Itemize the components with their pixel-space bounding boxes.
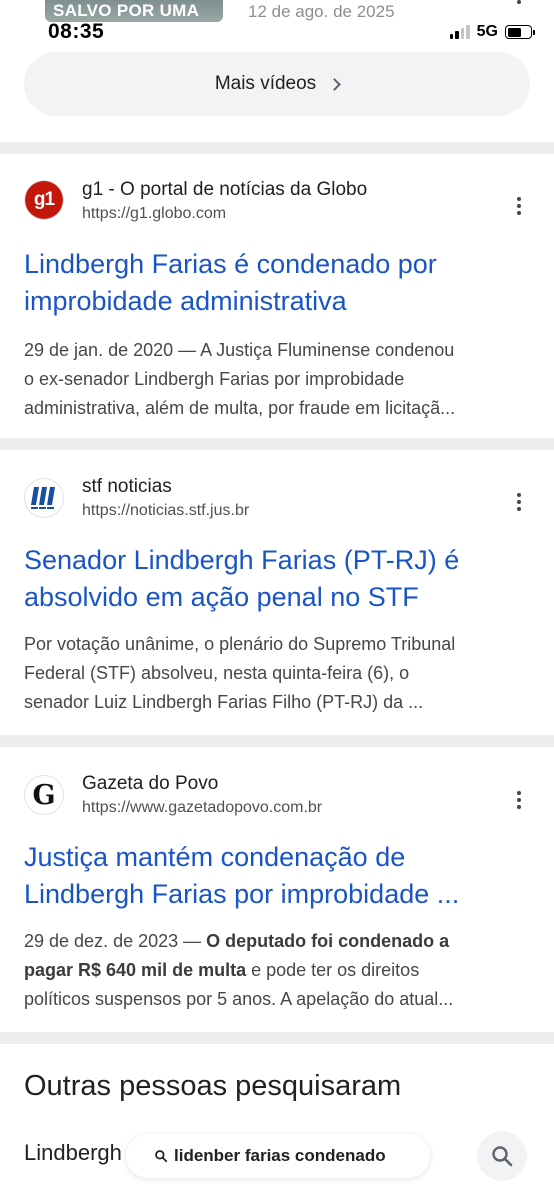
search-result: stf noticias https://noticias.stf.jus.br… [0,450,554,735]
top-strip: SALVO POR UMA 12 de ago. de 2025 08:35 5… [0,0,554,48]
result-title-line: improbidade administrativa [24,286,347,316]
stf-favicon-icon[interactable] [24,478,64,518]
snippet-text: e pode ter os direitos [246,960,420,980]
more-options-icon[interactable] [512,491,526,513]
search-icon [492,1146,513,1167]
result-snippet: Por votação unânime, o plenário do Supre… [24,630,532,717]
search-query-text: lidenber farias condenado [174,1146,386,1165]
more-videos-button[interactable]: Mais vídeos [24,52,530,116]
snippet-bold: O deputado foi condenado a [206,931,450,951]
video-date: 12 de ago. de 2025 [248,2,395,21]
snippet-line: Federal (STF) absolveu, nesta quinta-fei… [24,663,410,683]
signal-icon [449,25,470,39]
g1-favicon-icon[interactable]: g1 [24,180,64,220]
stf-logo-icon [31,487,55,509]
result-url[interactable]: https://www.gazetadopovo.com.br [82,799,322,817]
result-title-line: absolvido em ação penal no STF [24,582,419,612]
snippet-line: pagar R$ 640 mil de multa e pode ter os … [24,956,532,985]
battery-icon [505,25,535,39]
result-title-link[interactable]: Lindbergh Farias é condenado por improbi… [24,246,524,320]
result-title-line: Justiça mantém condenação de [24,842,406,872]
result-title-line: Senador Lindbergh Farias (PT-RJ) é [24,545,460,575]
status-indicators: 5G [449,22,535,42]
snippet-line: 29 de jan. de 2020 — A Justiça Fluminens… [24,340,455,360]
gazeta-logo-text: G [32,779,56,811]
result-site-name[interactable]: g1 - O portal de notícias da Globo [82,179,367,201]
video-thumbnail-text: SALVO POR UMA [53,1,200,20]
others-searched-heading: Outras pessoas pesquisaram [24,1070,402,1102]
more-options-icon[interactable] [512,195,526,217]
result-title-line: Lindbergh Farias por improbidade ... [24,879,460,909]
network-type: 5G [476,23,498,40]
snippet-line: administrativa, além de multa, por fraud… [24,398,456,418]
result-title-link[interactable]: Justiça mantém condenação de Lindbergh F… [24,839,524,913]
g1-logo-text: g1 [25,181,63,219]
search-button[interactable] [477,1131,527,1181]
section-divider [0,142,554,154]
search-result: G Gazeta do Povo https://www.gazetadopov… [0,747,554,1032]
result-snippet: 29 de dez. de 2023 — O deputado foi cond… [24,927,532,1014]
result-title-link[interactable]: Senador Lindbergh Farias (PT-RJ) é absol… [24,542,524,616]
search-icon [155,1150,168,1163]
result-url[interactable]: https://g1.globo.com [82,205,226,223]
section-divider [0,438,554,450]
snippet-line: Por votação unânime, o plenário do Supre… [24,634,456,654]
search-query-pill[interactable]: lidenber farias condenado [126,1134,430,1178]
result-title-line: Lindbergh Farias é condenado por [24,249,437,279]
result-snippet: 29 de jan. de 2020 — A Justiça Fluminens… [24,336,532,423]
more-videos-label: Mais vídeos [214,73,317,94]
snippet-line: políticos suspensos por 5 anos. A apelaç… [24,989,454,1009]
result-site-name[interactable]: Gazeta do Povo [82,773,218,795]
video-more-icon[interactable] [515,0,523,8]
section-divider [0,735,554,747]
snippet-date: 29 de dez. de 2023 — [24,931,207,951]
snippet-line: senador Luiz Lindbergh Farias Filho (PT-… [24,692,424,712]
snippet-bold: pagar R$ 640 mil de multa [24,960,247,980]
chevron-right-icon [328,77,342,91]
search-result: g1 g1 - O portal de notícias da Globo ht… [0,154,554,438]
more-options-icon[interactable] [512,789,526,811]
result-url[interactable]: https://noticias.stf.jus.br [82,502,249,520]
video-thumbnail[interactable]: SALVO POR UMA [45,0,223,22]
snippet-line: o ex-senador Lindbergh Farias por improb… [24,369,405,389]
status-clock: 08:35 [48,20,105,43]
gazeta-favicon-icon[interactable]: G [24,775,64,815]
related-search-item[interactable]: Lindbergh [24,1140,122,1166]
snippet-line: 29 de dez. de 2023 — O deputado foi cond… [24,927,532,956]
result-site-name[interactable]: stf noticias [82,476,172,498]
section-divider [0,1032,554,1044]
